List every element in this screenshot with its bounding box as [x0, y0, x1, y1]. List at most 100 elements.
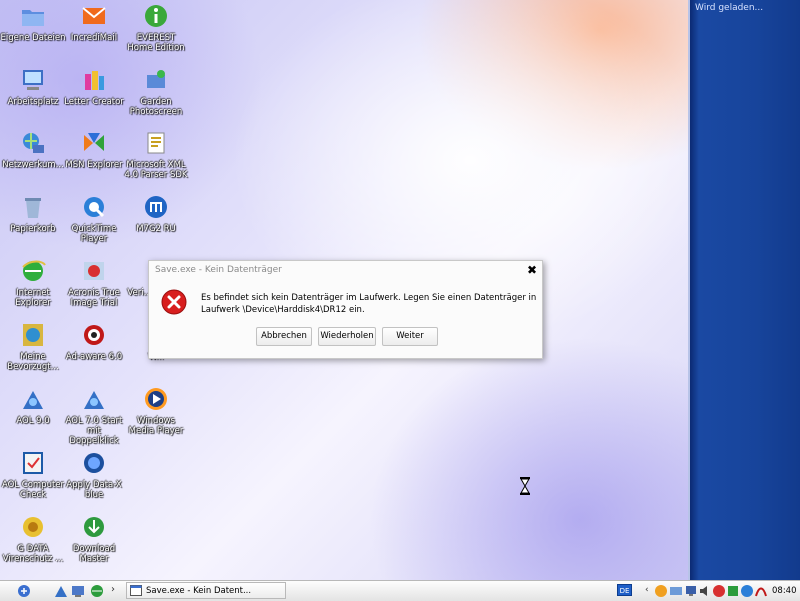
- quick-launch-chevron[interactable]: ›: [111, 584, 115, 595]
- desktop-icon-label: Internet Explorer: [15, 288, 51, 308]
- taskbar-task-label: Save.exe - Kein Datent...: [146, 586, 252, 596]
- desktop-icon-label: IncrediMail: [70, 33, 118, 43]
- desktop-icon-label: AOL Computer Check: [1, 480, 65, 500]
- desktop-icon-label: AOL 9.0: [16, 416, 50, 426]
- start-icon[interactable]: [17, 584, 31, 598]
- dialog-titlebar[interactable]: Save.exe - Kein Datenträger ✖: [149, 261, 542, 279]
- desktop-icon-m7g2[interactable]: M7G2 RU: [123, 193, 189, 234]
- desktop-icon-label: Microsoft XML 4.0 Parser SDK: [124, 160, 188, 180]
- taskbar: › Save.exe - Kein Datent... DE ‹ 08:40: [0, 580, 800, 601]
- desktop-icon-label: Letter Creator: [64, 97, 124, 107]
- tray-monitor-icon[interactable]: [684, 584, 698, 598]
- continue-button[interactable]: Weiter: [382, 327, 438, 346]
- aol-icon: [23, 391, 43, 409]
- desktop-icon-label: Garden Photoscreen: [129, 97, 183, 117]
- desktop-icon-aol-7[interactable]: AOL 7.0 Start mit Doppelklick: [61, 385, 127, 446]
- desktop-icon-quicktime[interactable]: QuickTime Player: [61, 193, 127, 244]
- desktop-icon-everest[interactable]: EVEREST Home Edition: [123, 2, 189, 53]
- desktop-icon-acronis[interactable]: Acronis True Image Trial: [61, 257, 127, 308]
- apply-data-icon: [84, 453, 104, 473]
- network-icon: [23, 133, 44, 153]
- taskbar-task-save-exe[interactable]: Save.exe - Kein Datent...: [126, 582, 286, 599]
- desktop-icon-incredimail[interactable]: IncrediMail: [61, 2, 127, 43]
- desktop-icon-label: EVEREST Home Edition: [127, 33, 185, 53]
- tray-acrobat-icon[interactable]: [754, 584, 768, 598]
- desktop-icon-label: Ad-aware 6.0: [65, 352, 123, 362]
- desktop-icon-garden[interactable]: Garden Photoscreen: [123, 66, 189, 117]
- computer-icon: [23, 70, 43, 90]
- hourglass-cursor-icon: [520, 477, 530, 495]
- aol-start-icon: [84, 391, 104, 409]
- tray-update-icon[interactable]: [740, 584, 754, 598]
- desktop-icon-media-player[interactable]: Windows Media Player: [123, 385, 189, 436]
- retry-button[interactable]: Wiederholen: [318, 327, 376, 346]
- tray-volume-icon[interactable]: [698, 584, 712, 598]
- error-icon: [161, 289, 187, 315]
- desktop-icon-label: Acronis True Image Trial: [68, 288, 120, 308]
- desktop-icon-aol-9[interactable]: AOL 9.0: [0, 385, 66, 426]
- aol-check-icon: [23, 452, 43, 474]
- desktop-icon-netzwerk[interactable]: Netzwerkum...: [0, 129, 66, 170]
- desktop-icon-internet-explorer[interactable]: Internet Explorer: [0, 257, 66, 308]
- desktop-icon-adaware[interactable]: Ad-aware 6.0: [61, 321, 127, 362]
- desktop-icon-label: Meine Bevorzugt...: [7, 352, 59, 372]
- tray-app-icon[interactable]: [712, 584, 726, 598]
- desktop-icon-bevorzugte[interactable]: Meine Bevorzugt...: [0, 321, 66, 372]
- desktop-icon-aol-check[interactable]: AOL Computer Check: [0, 449, 66, 500]
- tray-network-icon[interactable]: [669, 584, 683, 598]
- desktop: Eigene Dateien Arbeitsplatz Netzwerkum..…: [0, 0, 688, 580]
- favorites-icon: [23, 324, 43, 346]
- desktop-icon-label: AOL 7.0 Start mit Doppelklick: [65, 416, 123, 446]
- m7g2-icon: [145, 196, 167, 218]
- desktop-icon-gdata[interactable]: G DATA Virenschutz ...: [0, 513, 66, 564]
- desktop-icon-label: Netzwerkum...: [2, 160, 64, 170]
- internet-explorer-icon: [22, 260, 46, 281]
- recycle-bin-icon: [25, 198, 41, 218]
- quicktime-icon: [84, 197, 105, 218]
- desktop-icon-eigene-dateien[interactable]: Eigene Dateien: [0, 2, 66, 43]
- error-dialog: Save.exe - Kein Datenträger ✖ Es befinde…: [148, 260, 543, 359]
- dialog-title: Save.exe - Kein Datenträger: [155, 265, 282, 275]
- desktop-icon-msn-explorer[interactable]: MSN Explorer: [61, 129, 127, 170]
- desktop-icon-label: MSN Explorer: [65, 160, 123, 170]
- download-master-icon: [84, 517, 104, 537]
- adaware-icon: [84, 325, 104, 345]
- acronis-icon: [84, 262, 104, 280]
- desktop-icon-label: Windows Media Player: [128, 416, 184, 436]
- letter-creator-icon: [85, 71, 104, 90]
- tray-expand-chevron[interactable]: ‹: [645, 585, 649, 595]
- desktop-icon-label: Arbeitsplatz: [7, 97, 59, 107]
- desktop-icon-letter-creator[interactable]: Letter Creator: [61, 66, 127, 107]
- desktop-icon-label: Apply Data-X blue: [66, 480, 122, 500]
- desktop-icon-label: G DATA Virenschutz ...: [2, 544, 64, 564]
- desktop-icon-apply-data[interactable]: Apply Data-X blue: [61, 449, 127, 500]
- window-icon: [130, 585, 142, 596]
- desktop-icon[interactable]: [71, 584, 85, 598]
- mail-icon: [82, 7, 106, 24]
- info-icon: [145, 5, 167, 27]
- desktop-icon-download-master[interactable]: Download Master: [61, 513, 127, 564]
- gdata-icon: [23, 517, 43, 537]
- folder-icon: [22, 10, 44, 26]
- cancel-button[interactable]: Abbrechen: [256, 327, 312, 346]
- desktop-icon-label: Papierkorb: [10, 224, 56, 234]
- internet-icon[interactable]: [90, 584, 104, 598]
- desktop-icon-label: Download Master: [72, 544, 116, 564]
- sidebar-status: Wird geladen...: [695, 3, 764, 13]
- tray-shield-icon[interactable]: [726, 584, 740, 598]
- desktop-icon-label: Eigene Dateien: [0, 33, 66, 43]
- desktop-icon-arbeitsplatz[interactable]: Arbeitsplatz: [0, 66, 66, 107]
- xml-icon: [147, 132, 165, 154]
- tray-security-icon[interactable]: [654, 584, 668, 598]
- language-indicator[interactable]: DE: [617, 584, 632, 596]
- aol-icon[interactable]: [54, 584, 68, 598]
- dialog-message: Es befindet sich kein Datenträger im Lau…: [201, 293, 537, 315]
- msn-icon: [84, 133, 104, 151]
- dialog-close-button[interactable]: ✖: [527, 263, 537, 277]
- desktop-icon-label: M7G2 RU: [136, 224, 176, 234]
- desktop-icon-papierkorb[interactable]: Papierkorb: [0, 193, 66, 234]
- desktop-icon-label: QuickTime Player: [71, 224, 117, 244]
- desktop-icon-xml-parser[interactable]: Microsoft XML 4.0 Parser SDK: [123, 129, 189, 180]
- media-player-icon: [145, 388, 167, 410]
- clock[interactable]: 08:40: [772, 586, 797, 596]
